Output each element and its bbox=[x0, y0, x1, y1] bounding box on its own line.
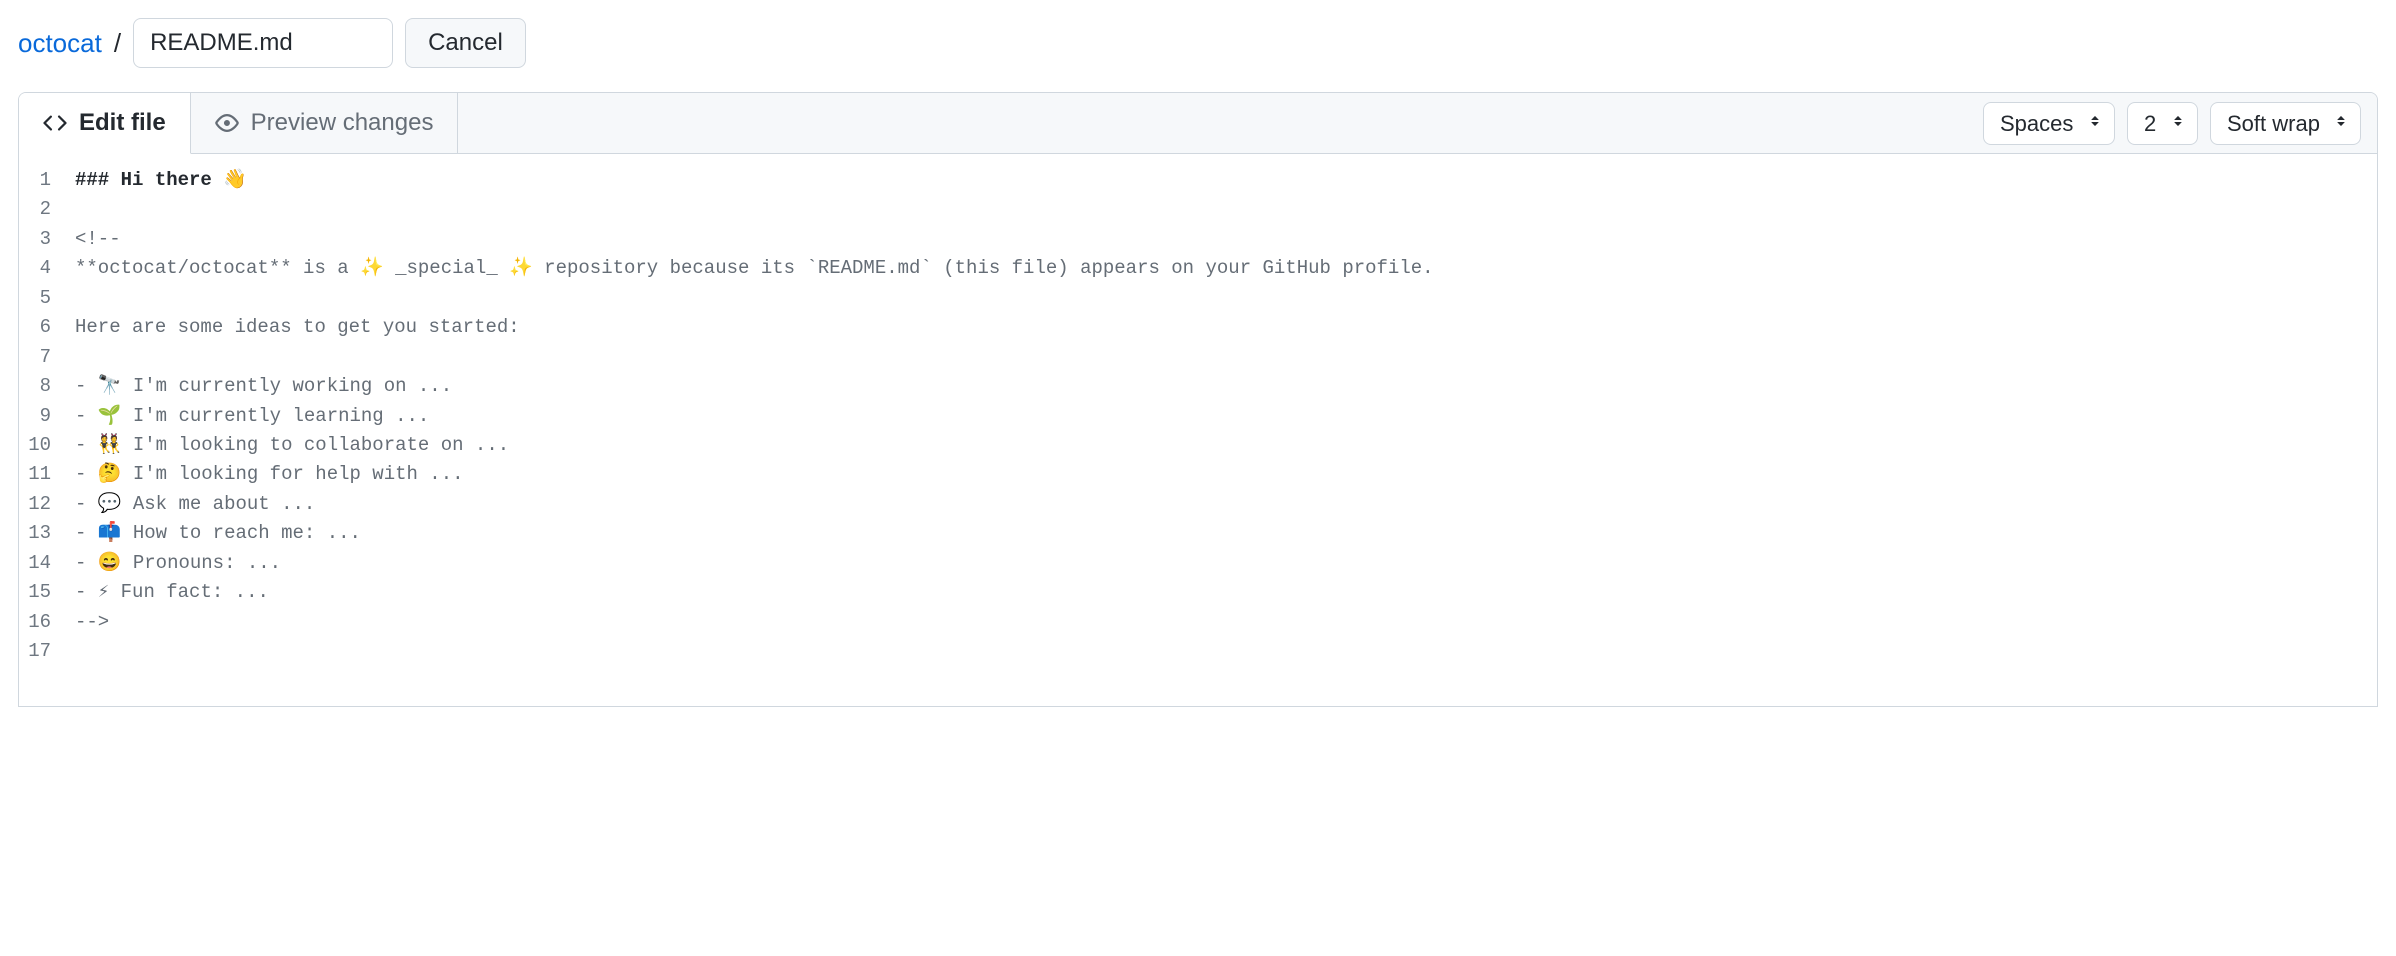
code-icon bbox=[43, 111, 67, 135]
code-line[interactable]: 4**octocat/octocat** is a ✨ _special_ ✨ … bbox=[19, 254, 2377, 283]
editor-frame: Edit file Preview changes Spaces 2 bbox=[18, 92, 2378, 707]
line-number: 11 bbox=[19, 460, 75, 489]
line-number: 17 bbox=[19, 637, 75, 666]
line-content[interactable]: **octocat/octocat** is a ✨ _special_ ✨ r… bbox=[75, 254, 1434, 283]
tabs-spacer bbox=[458, 93, 1967, 153]
indent-size-select-wrap: 2 bbox=[2127, 102, 2198, 145]
line-content[interactable]: - 🔭 I'm currently working on ... bbox=[75, 372, 452, 401]
code-line[interactable]: 14- 😄 Pronouns: ... bbox=[19, 549, 2377, 578]
code-line[interactable]: 15- ⚡ Fun fact: ... bbox=[19, 578, 2377, 607]
code-line[interactable]: 5 bbox=[19, 284, 2377, 313]
code-line[interactable]: 7 bbox=[19, 343, 2377, 372]
code-line[interactable]: 17 bbox=[19, 637, 2377, 666]
line-number: 6 bbox=[19, 313, 75, 342]
code-line[interactable]: 6Here are some ideas to get you started: bbox=[19, 313, 2377, 342]
wrap-mode-select-wrap: Soft wrap bbox=[2210, 102, 2361, 145]
line-content[interactable]: - 📫 How to reach me: ... bbox=[75, 519, 361, 548]
toolbar-selects: Spaces 2 Soft wrap bbox=[1967, 93, 2377, 153]
line-number: 14 bbox=[19, 549, 75, 578]
indent-size-select[interactable]: 2 bbox=[2127, 102, 2198, 145]
line-content[interactable]: - 💬 Ask me about ... bbox=[75, 490, 315, 519]
line-number: 5 bbox=[19, 284, 75, 313]
line-number: 16 bbox=[19, 608, 75, 637]
line-content[interactable]: ### Hi there 👋 bbox=[75, 166, 247, 195]
line-number: 7 bbox=[19, 343, 75, 372]
code-line[interactable]: 3<!-- bbox=[19, 225, 2377, 254]
line-content[interactable]: Here are some ideas to get you started: bbox=[75, 313, 520, 342]
code-editor[interactable]: 1### Hi there 👋23<!--4**octocat/octocat*… bbox=[19, 154, 2377, 706]
indent-mode-select[interactable]: Spaces bbox=[1983, 102, 2115, 145]
code-line[interactable]: 10- 👯 I'm looking to collaborate on ... bbox=[19, 431, 2377, 460]
line-content[interactable]: - ⚡ Fun fact: ... bbox=[75, 578, 269, 607]
eye-icon bbox=[215, 111, 239, 135]
wrap-mode-select[interactable]: Soft wrap bbox=[2210, 102, 2361, 145]
line-number: 10 bbox=[19, 431, 75, 460]
code-line[interactable]: 2 bbox=[19, 195, 2377, 224]
tab-preview-changes[interactable]: Preview changes bbox=[191, 93, 459, 153]
code-line[interactable]: 16--> bbox=[19, 608, 2377, 637]
line-number: 12 bbox=[19, 490, 75, 519]
line-content[interactable]: - 👯 I'm looking to collaborate on ... bbox=[75, 431, 509, 460]
tab-edit-label: Edit file bbox=[79, 109, 166, 137]
line-number: 8 bbox=[19, 372, 75, 401]
line-content[interactable]: - 🤔 I'm looking for help with ... bbox=[75, 460, 464, 489]
line-content[interactable]: - 😄 Pronouns: ... bbox=[75, 549, 281, 578]
code-line[interactable]: 11- 🤔 I'm looking for help with ... bbox=[19, 460, 2377, 489]
line-content[interactable]: --> bbox=[75, 608, 109, 637]
breadcrumb-separator: / bbox=[114, 28, 121, 59]
tabs-row: Edit file Preview changes Spaces 2 bbox=[19, 93, 2377, 154]
filename-input[interactable] bbox=[133, 18, 393, 68]
line-number: 15 bbox=[19, 578, 75, 607]
cancel-button[interactable]: Cancel bbox=[405, 18, 526, 68]
line-content[interactable]: - 🌱 I'm currently learning ... bbox=[75, 402, 429, 431]
line-content[interactable]: <!-- bbox=[75, 225, 121, 254]
line-number: 1 bbox=[19, 166, 75, 195]
tab-preview-label: Preview changes bbox=[251, 109, 434, 137]
line-number: 4 bbox=[19, 254, 75, 283]
breadcrumb-row: octocat / Cancel bbox=[18, 18, 2378, 68]
line-number: 9 bbox=[19, 402, 75, 431]
code-line[interactable]: 9- 🌱 I'm currently learning ... bbox=[19, 402, 2377, 431]
code-line[interactable]: 12- 💬 Ask me about ... bbox=[19, 490, 2377, 519]
line-number: 13 bbox=[19, 519, 75, 548]
code-line[interactable]: 8- 🔭 I'm currently working on ... bbox=[19, 372, 2377, 401]
code-line[interactable]: 1### Hi there 👋 bbox=[19, 166, 2377, 195]
tab-edit-file[interactable]: Edit file bbox=[19, 93, 191, 154]
code-line[interactable]: 13- 📫 How to reach me: ... bbox=[19, 519, 2377, 548]
indent-mode-select-wrap: Spaces bbox=[1983, 102, 2115, 145]
breadcrumb-owner-link[interactable]: octocat bbox=[18, 28, 102, 59]
line-number: 3 bbox=[19, 225, 75, 254]
line-number: 2 bbox=[19, 195, 75, 224]
